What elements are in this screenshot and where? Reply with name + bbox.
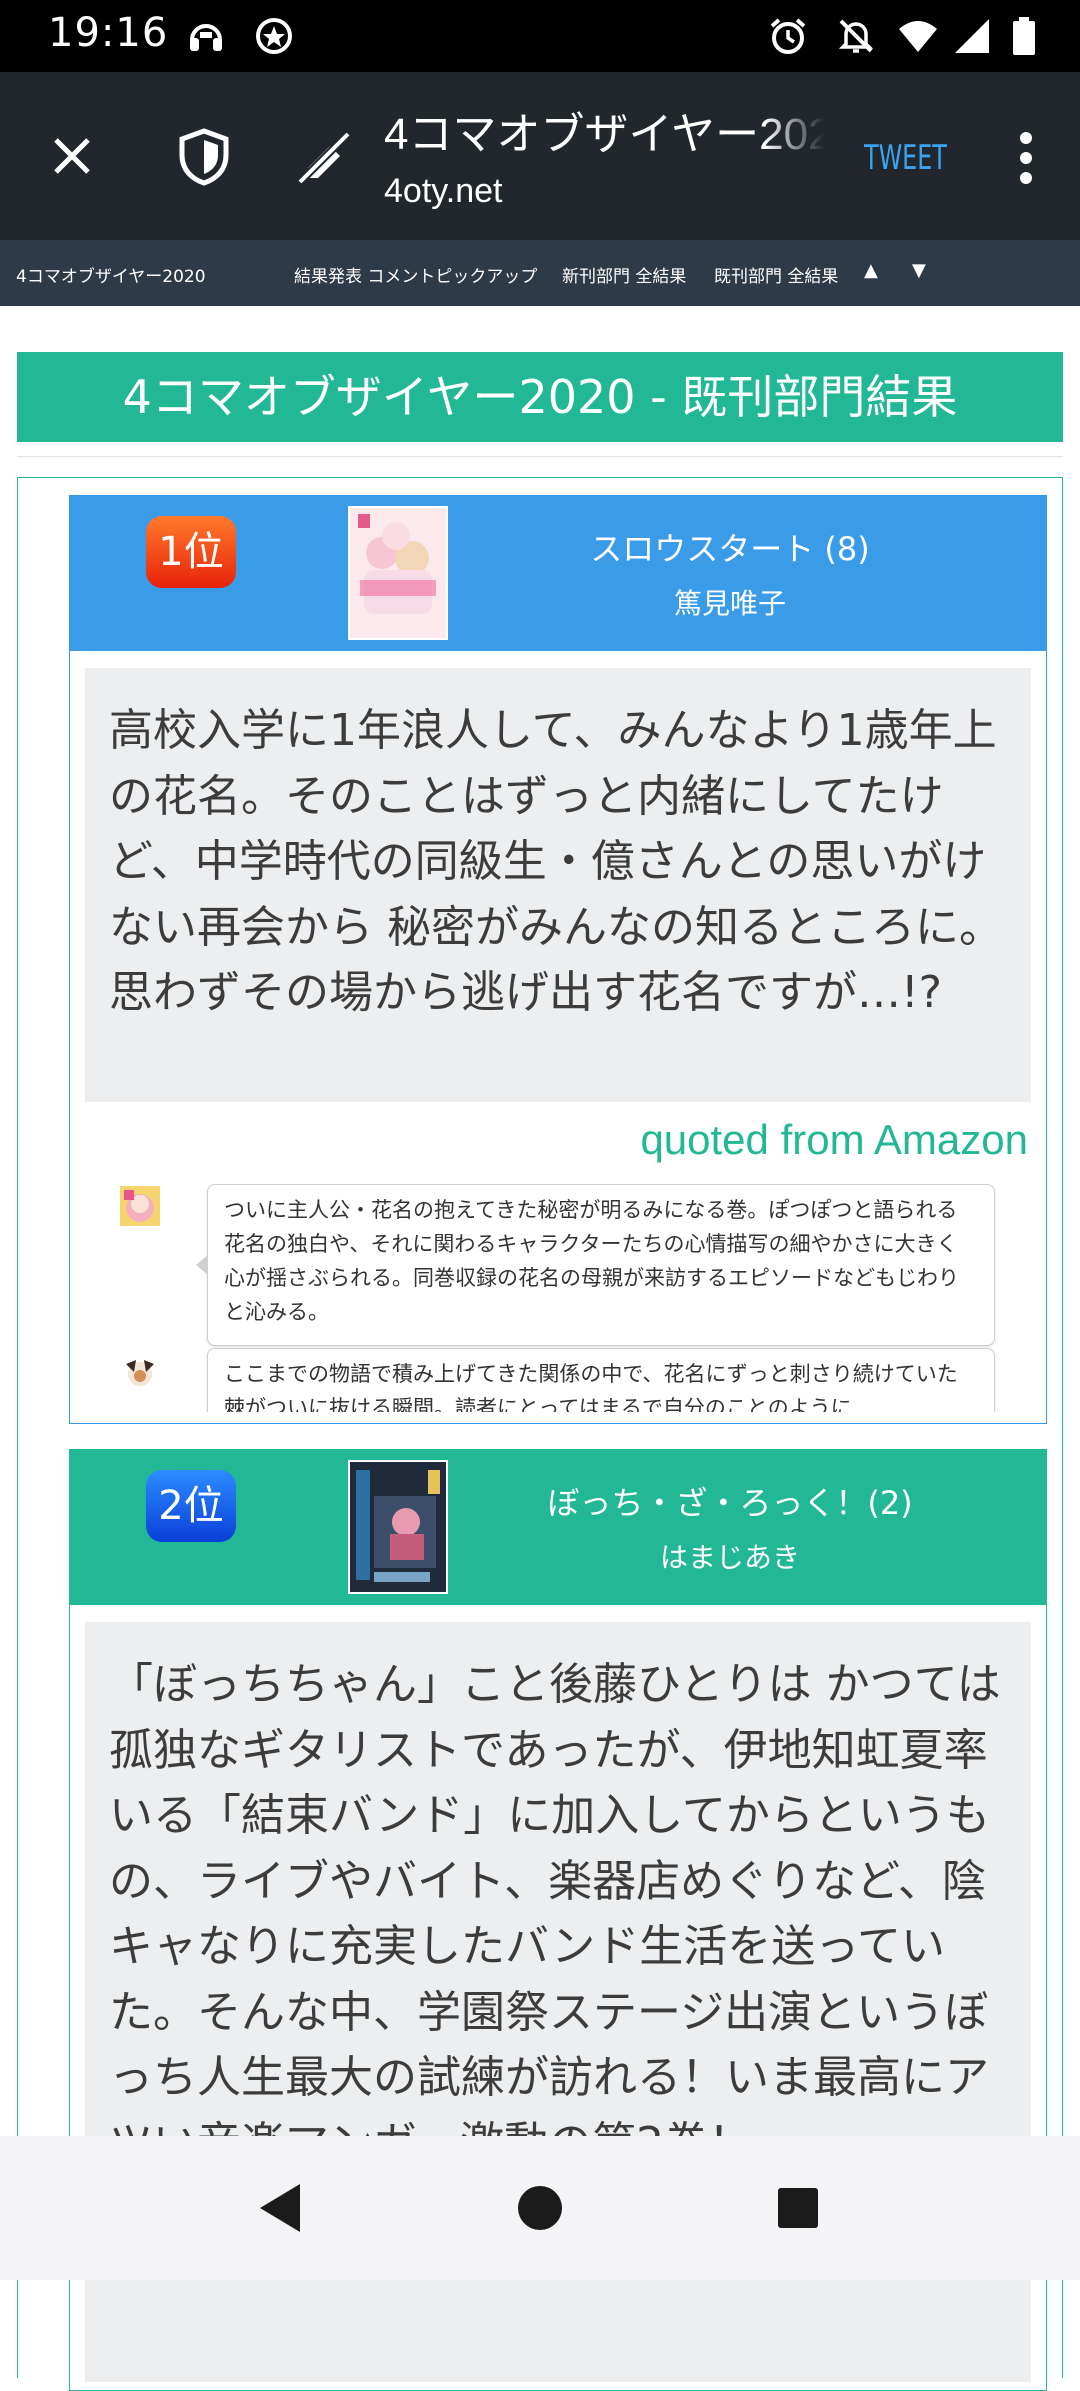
synopsis: 高校入学に1年浪人して、みんなより1歳年上の花名。そのことはずっと内緒にしてたけ… [85, 668, 1031, 1102]
divider [17, 456, 1063, 457]
scroll-down-button[interactable]: ▼ [912, 260, 926, 281]
comment-bubble: ついに主人公・花名の抱えてきた秘密が明るみになる巻。ぽつぽつと語られる花名の独白… [196, 1184, 995, 1346]
nav-link-existing-results[interactable]: 既刊部門 全結果 [714, 262, 838, 287]
status-bar: 19:16 [0, 0, 1080, 72]
signal-icon [955, 19, 989, 53]
page-heading: 4コマオブザイヤー2020 - 既刊部門結果 [17, 352, 1063, 442]
tracking-off-icon[interactable] [296, 130, 352, 186]
shield-icon[interactable] [176, 128, 232, 186]
comment-bubble: ここまでの物語で積み上げてきた関係の中で、花名にずっと刺さり続けていた棘がついに… [207, 1348, 995, 1412]
nav-link-comment-pickup[interactable]: 結果発表 コメントピックアップ [294, 262, 537, 287]
rank-card-1: 1位 スロウスタート (8) 篤見唯子 高校入学に1年浪人して、みんなより1歳年… [69, 495, 1047, 1424]
rank-badge: 2位 [146, 1470, 236, 1542]
rank-header: 2位 ぼっち・ざ・ろっく！(2) はまじあき [70, 1450, 1046, 1605]
quoted-from-amazon[interactable]: quoted from Amazon [640, 1116, 1028, 1164]
close-icon[interactable] [50, 134, 94, 178]
book-cover-image[interactable] [348, 1460, 448, 1594]
clock: 19:16 [48, 10, 169, 56]
home-icon[interactable] [516, 2184, 564, 2232]
manga-title[interactable]: ぼっち・ざ・ろっく！(2) [470, 1478, 990, 1524]
nav-link-new-results[interactable]: 新刊部門 全結果 [562, 262, 686, 287]
manga-author: 篤見唯子 [673, 587, 786, 620]
wifi-icon [899, 21, 937, 52]
more-vert-icon[interactable] [1016, 130, 1036, 186]
scroll-up-button[interactable]: ▲ [864, 260, 878, 281]
browser-toolbar: 4コマオブザイヤー2020 - 既刊部門結果 4oty.net TWEET [0, 72, 1080, 240]
rank-badge: 1位 [146, 516, 236, 588]
page-title-bar: 4コマオブザイヤー2020 - 既刊部門結果 [384, 98, 824, 158]
rank-header: 1位 スロウスタート (8) 篤見唯子 [70, 496, 1046, 651]
alarm-icon [770, 18, 806, 54]
nav-link-home[interactable]: 4コマオブザイヤー2020 [16, 262, 206, 287]
manga-author: はまじあき [659, 1541, 800, 1574]
site-nav: 4コマオブザイヤー2020 結果発表 コメントピックアップ 新刊部門 全結果 既… [0, 240, 1080, 306]
url-text: 4oty.net [384, 172, 503, 210]
comment-list[interactable]: ついに主人公・花名の抱えてきた秘密が明るみになる巻。ぽつぽつと語られる花名の独白… [70, 1184, 1046, 1412]
badge-icon [256, 18, 292, 54]
manga-title[interactable]: スロウスタート (8) [470, 524, 990, 570]
battery-icon [1013, 17, 1035, 55]
results-container: 1位 スロウスタート (8) 篤見唯子 高校入学に1年浪人して、みんなより1歳年… [17, 477, 1063, 2391]
silent-icon [838, 19, 874, 53]
book-cover-image[interactable] [348, 506, 448, 640]
recents-icon[interactable] [776, 2186, 820, 2230]
headset-icon [190, 24, 222, 51]
tweet-button[interactable]: TWEET [864, 138, 947, 178]
user-avatar [120, 1352, 160, 1392]
system-nav-bar [0, 2136, 1080, 2280]
user-avatar [120, 1186, 160, 1226]
back-icon[interactable] [256, 2182, 304, 2234]
